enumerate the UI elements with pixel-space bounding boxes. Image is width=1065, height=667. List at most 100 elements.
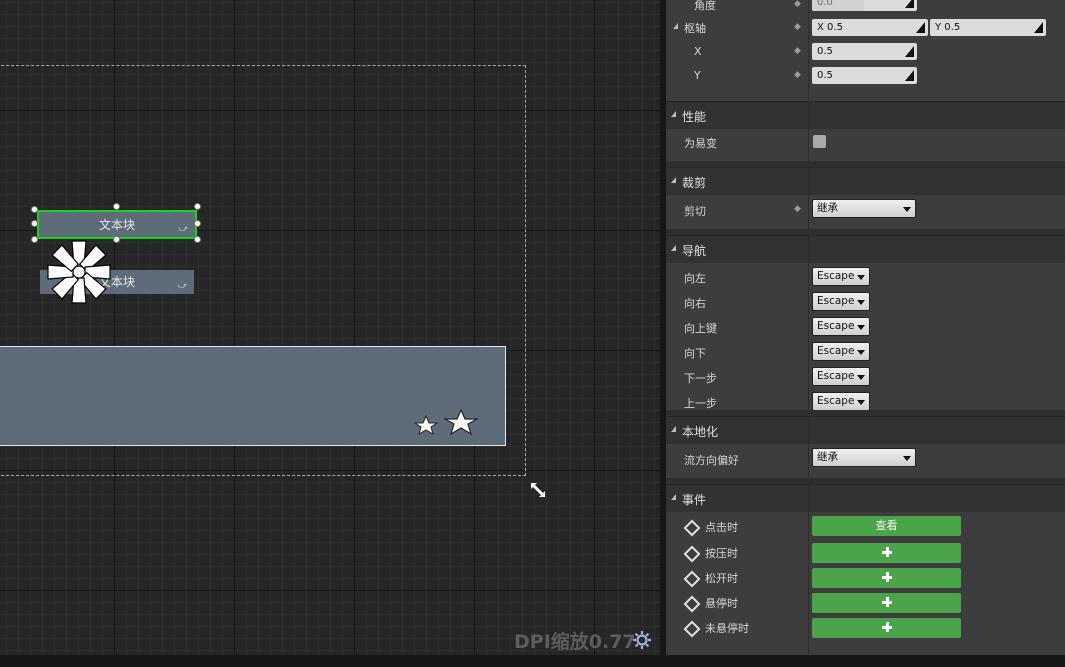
column-divider — [808, 40, 809, 64]
text-block-selected[interactable]: 文本块 ⤻ — [37, 210, 197, 239]
on-pressed-label: 按压时 — [705, 547, 738, 560]
nav-previous-label: 上一步 — [684, 397, 717, 410]
on-clicked-view-button[interactable]: 查看 — [812, 516, 961, 536]
category-events[interactable]: 事件 — [666, 484, 1065, 512]
selection-handle[interactable] — [113, 236, 120, 243]
nav-value: Escape — [817, 345, 855, 357]
selection-handle[interactable] — [31, 220, 38, 227]
details-panel: 角度 ◆ 0.0 枢轴 ◆ X 0.5 Y 0.5 X ◆ 0.5 — [666, 0, 1065, 655]
flow-direction-label: 流方向偏好 — [684, 454, 739, 467]
column-divider — [808, 195, 809, 229]
selection-handle[interactable] — [31, 206, 38, 213]
event-diamond-icon — [683, 545, 701, 563]
nav-value: Escape — [817, 270, 855, 282]
spin-icon — [905, 0, 914, 8]
designer-canvas[interactable]: 文本块 ⤻ 文本块 ⤻ DPI缩放0.77 — [0, 0, 660, 655]
category-localization[interactable]: 本地化 — [666, 416, 1065, 444]
nav-right-dropdown[interactable]: Escape — [812, 292, 870, 311]
chevron-down-icon — [857, 275, 865, 280]
x-value: 0.5 — [817, 46, 833, 57]
chevron-down-icon — [857, 300, 865, 305]
category-title: 本地化 — [682, 425, 719, 439]
nav-down-dropdown[interactable]: Escape — [812, 342, 870, 361]
chevron-down-icon — [857, 350, 865, 355]
volatile-checkbox[interactable] — [813, 135, 826, 148]
column-divider — [808, 417, 809, 444]
resize-handle-icon[interactable] — [528, 480, 548, 500]
pivot-x-input[interactable]: X 0.5 — [812, 19, 928, 36]
reset-icon[interactable]: ◆ — [794, 47, 803, 56]
selection-handle[interactable] — [113, 203, 120, 210]
pivot-x-value: X 0.5 — [817, 22, 843, 33]
category-navigation[interactable]: 导航 — [666, 235, 1065, 263]
nav-down-label: 向下 — [684, 347, 706, 360]
spin-icon — [905, 46, 914, 57]
dpi-scale-label: DPI缩放0.77 — [514, 631, 636, 653]
clip-label: 剪切 — [684, 205, 706, 218]
reset-icon[interactable]: ◆ — [794, 23, 803, 32]
on-unhovered-add-button[interactable] — [812, 618, 961, 638]
view-button-label: 查看 — [875, 519, 898, 532]
plus-icon — [881, 622, 892, 632]
expand-arrow-icon[interactable] — [673, 23, 678, 29]
flow-direction-dropdown[interactable]: 继承 — [812, 448, 916, 467]
nav-up-label: 向上键 — [684, 322, 717, 335]
event-diamond-icon — [683, 519, 701, 537]
reset-icon[interactable]: ◆ — [794, 205, 803, 214]
selection-handle[interactable] — [31, 236, 38, 243]
x-input[interactable]: 0.5 — [812, 43, 917, 60]
spin-icon — [1034, 22, 1043, 33]
column-divider — [808, 444, 809, 478]
on-released-add-button[interactable] — [812, 568, 961, 588]
chevron-down-icon — [857, 400, 865, 405]
gear-icon[interactable] — [632, 630, 652, 650]
category-title: 事件 — [682, 493, 707, 507]
pivot-x-row: X ◆ 0.5 — [666, 40, 1065, 64]
category-clipping[interactable]: 裁剪 — [666, 167, 1065, 195]
reset-icon[interactable]: ◆ — [794, 0, 803, 9]
nav-value: Escape — [817, 295, 855, 307]
on-hovered-add-button[interactable] — [812, 593, 961, 613]
event-diamond-icon — [683, 570, 701, 588]
pivot-y-input[interactable]: Y 0.5 — [930, 19, 1046, 36]
nav-up-dropdown[interactable]: Escape — [812, 317, 870, 336]
column-divider — [808, 129, 809, 161]
selection-handle[interactable] — [194, 220, 201, 227]
column-divider — [808, 64, 809, 100]
pivot-y-row: Y ◆ 0.5 — [666, 64, 1065, 100]
spin-icon — [916, 22, 925, 33]
on-hovered-label: 悬停时 — [705, 597, 738, 610]
column-divider — [808, 236, 809, 263]
selection-handle[interactable] — [194, 236, 201, 243]
anchor-icon[interactable] — [46, 239, 112, 305]
nav-left-dropdown[interactable]: Escape — [812, 267, 870, 286]
clip-dropdown[interactable]: 继承 — [812, 199, 916, 218]
y-label: Y — [694, 69, 701, 82]
column-divider — [808, 102, 809, 129]
nav-next-label: 下一步 — [684, 372, 717, 385]
on-clicked-label: 点击时 — [705, 521, 738, 534]
text-anchor-icon: ⤻ — [177, 281, 187, 291]
selection-handle[interactable] — [194, 203, 201, 210]
on-pressed-add-button[interactable] — [812, 543, 961, 563]
horizontal-scrollbar[interactable] — [0, 655, 1065, 667]
collapse-arrow-icon — [671, 177, 676, 183]
clip-value: 继承 — [817, 202, 838, 214]
event-diamond-icon — [683, 595, 701, 613]
reset-icon[interactable]: ◆ — [794, 71, 803, 80]
event-diamond-icon — [683, 620, 701, 638]
chevron-down-icon — [857, 375, 865, 380]
category-title: 导航 — [682, 244, 707, 258]
pivot-y-value: Y 0.5 — [935, 22, 961, 33]
angle-label: 角度 — [694, 0, 716, 12]
column-divider — [808, 168, 809, 195]
plus-icon — [881, 572, 892, 582]
category-performance[interactable]: 性能 — [666, 101, 1065, 129]
image-widget[interactable] — [0, 346, 506, 446]
category-title: 性能 — [682, 110, 707, 124]
nav-previous-dropdown[interactable]: Escape — [812, 392, 870, 411]
nav-next-dropdown[interactable]: Escape — [812, 367, 870, 386]
star-icon — [444, 409, 478, 435]
flow-direction-value: 继承 — [817, 451, 838, 463]
y-input[interactable]: 0.5 — [812, 67, 917, 84]
